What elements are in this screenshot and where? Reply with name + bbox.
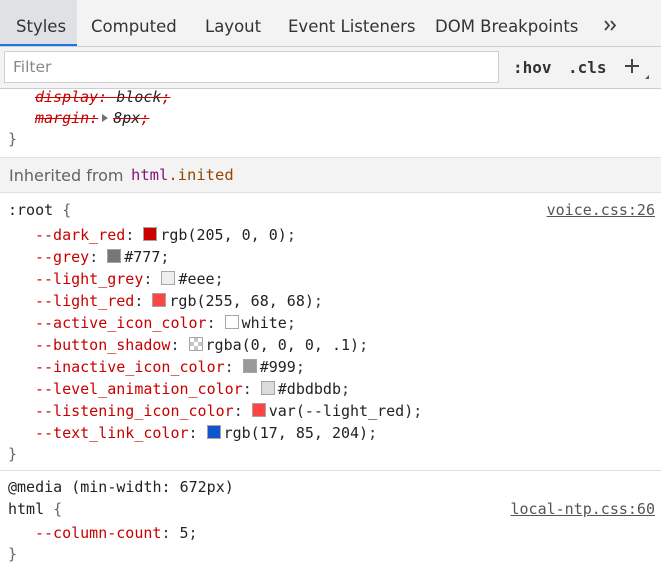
rule-selector[interactable]: html [8,500,44,518]
property-name: --button_shadow [35,336,171,354]
property-declaration[interactable]: --listening_icon_color: var(--light_red)… [35,401,422,421]
tab-layout[interactable]: Layout [205,0,261,46]
source-link[interactable]: local-ntp.css:60 [511,499,656,519]
property-name: --dark_red [35,226,126,244]
property-name: display [35,88,99,106]
property-name: --listening_icon_color [35,402,234,420]
property-value: var(--light_red) [268,402,414,420]
color-swatch-icon[interactable] [242,359,257,373]
property-declaration[interactable]: --active_icon_color: white; [35,313,296,333]
rule-selector[interactable]: :root [8,201,53,219]
property-value: rgb(17, 85, 204) [223,424,369,442]
property-declaration[interactable]: --text_link_color: rgb(17, 85, 204); [35,423,377,443]
property-declaration[interactable]: --level_animation_color: #dbdbdb; [35,379,350,399]
color-swatch-icon[interactable] [143,227,158,241]
color-swatch-icon[interactable] [107,249,122,263]
property-value: white [241,314,287,332]
rule-divider [0,470,661,471]
new-style-rule-button[interactable] [620,52,654,82]
node-tag: html [131,166,169,184]
styles-toolbar: :hov .cls [0,47,661,89]
color-swatch-icon[interactable] [224,315,239,329]
property-value: rgba(0, 0, 0, .1) [205,336,360,354]
panel-tabbar: Styles Computed Layout Event Listeners D… [0,0,661,47]
rule-selector-line: html { [8,499,62,519]
class-toggle-button[interactable]: .cls [568,47,607,89]
property-value: rgb(255, 68, 68) [169,292,314,310]
property-value: 5 [179,524,189,542]
property-declaration[interactable]: --column-count: 5; [35,523,198,543]
rule-close-brace: } [8,445,18,463]
tab-event-listeners[interactable]: Event Listeners [288,0,416,46]
property-value: block [116,88,162,106]
property-name: --text_link_color [35,424,189,442]
overridden-property-margin[interactable]: margin: 8px; [35,108,149,128]
tab-computed[interactable]: Computed [91,0,177,46]
rule-selector-line: :root { [8,200,71,220]
rule-open-brace: { [62,201,72,219]
property-declaration[interactable]: --light_grey: #eee; [35,269,224,289]
source-link[interactable]: voice.css:26 [547,200,655,220]
property-value: #999 [259,358,296,376]
property-declaration[interactable]: --inactive_icon_color: #999; [35,357,305,377]
overridden-property-display[interactable]: display: block; [35,87,170,107]
property-name: --level_animation_color [35,380,243,398]
property-value: 8px [113,109,141,127]
property-name: --light_grey [35,270,144,288]
property-value: #eee [178,270,215,288]
inherited-section-header: Inherited from html.inited [0,157,661,193]
property-name: --grey [35,248,90,266]
color-swatch-icon[interactable] [260,381,275,395]
plus-icon [625,59,649,79]
property-value: rgb(205, 0, 0) [160,226,287,244]
property-name: --inactive_icon_color [35,358,225,376]
rule-close-brace: } [8,130,18,148]
expand-triangle-icon[interactable] [102,114,109,122]
property-declaration[interactable]: --button_shadow: rgba(0, 0, 0, .1); [35,335,368,355]
rule-open-brace: { [53,500,63,518]
color-swatch-icon[interactable] [161,271,176,285]
hover-state-button[interactable]: :hov [513,47,552,89]
media-query: @media (min-width: 672px) [8,478,234,496]
filter-input[interactable] [4,51,499,83]
property-declaration[interactable]: --dark_red: rgb(205, 0, 0); [35,225,296,245]
double-chevron-right-icon [604,20,617,31]
inherited-label: Inherited from [9,166,124,185]
node-class: .inited [168,166,234,184]
color-swatch-icon[interactable] [188,337,203,351]
rule-close-brace: } [8,545,18,563]
color-swatch-icon[interactable] [251,403,266,417]
property-value: #777 [124,248,161,266]
property-declaration[interactable]: --light_red: rgb(255, 68, 68); [35,291,323,311]
more-tabs-button[interactable] [596,0,626,46]
property-declaration[interactable]: --grey: #777; [35,247,169,267]
color-swatch-icon[interactable] [152,293,167,307]
property-name: --column-count [35,524,162,542]
property-value: #dbdbdb [277,380,341,398]
property-name: --active_icon_color [35,314,207,332]
color-swatch-icon[interactable] [206,425,221,439]
tab-styles[interactable]: Styles [0,0,77,46]
property-name: margin [35,109,90,127]
inherited-node-link[interactable]: html.inited [131,166,234,184]
tab-dom-breakpoints[interactable]: DOM Breakpoints [435,0,578,46]
property-name: --light_red [35,292,135,310]
